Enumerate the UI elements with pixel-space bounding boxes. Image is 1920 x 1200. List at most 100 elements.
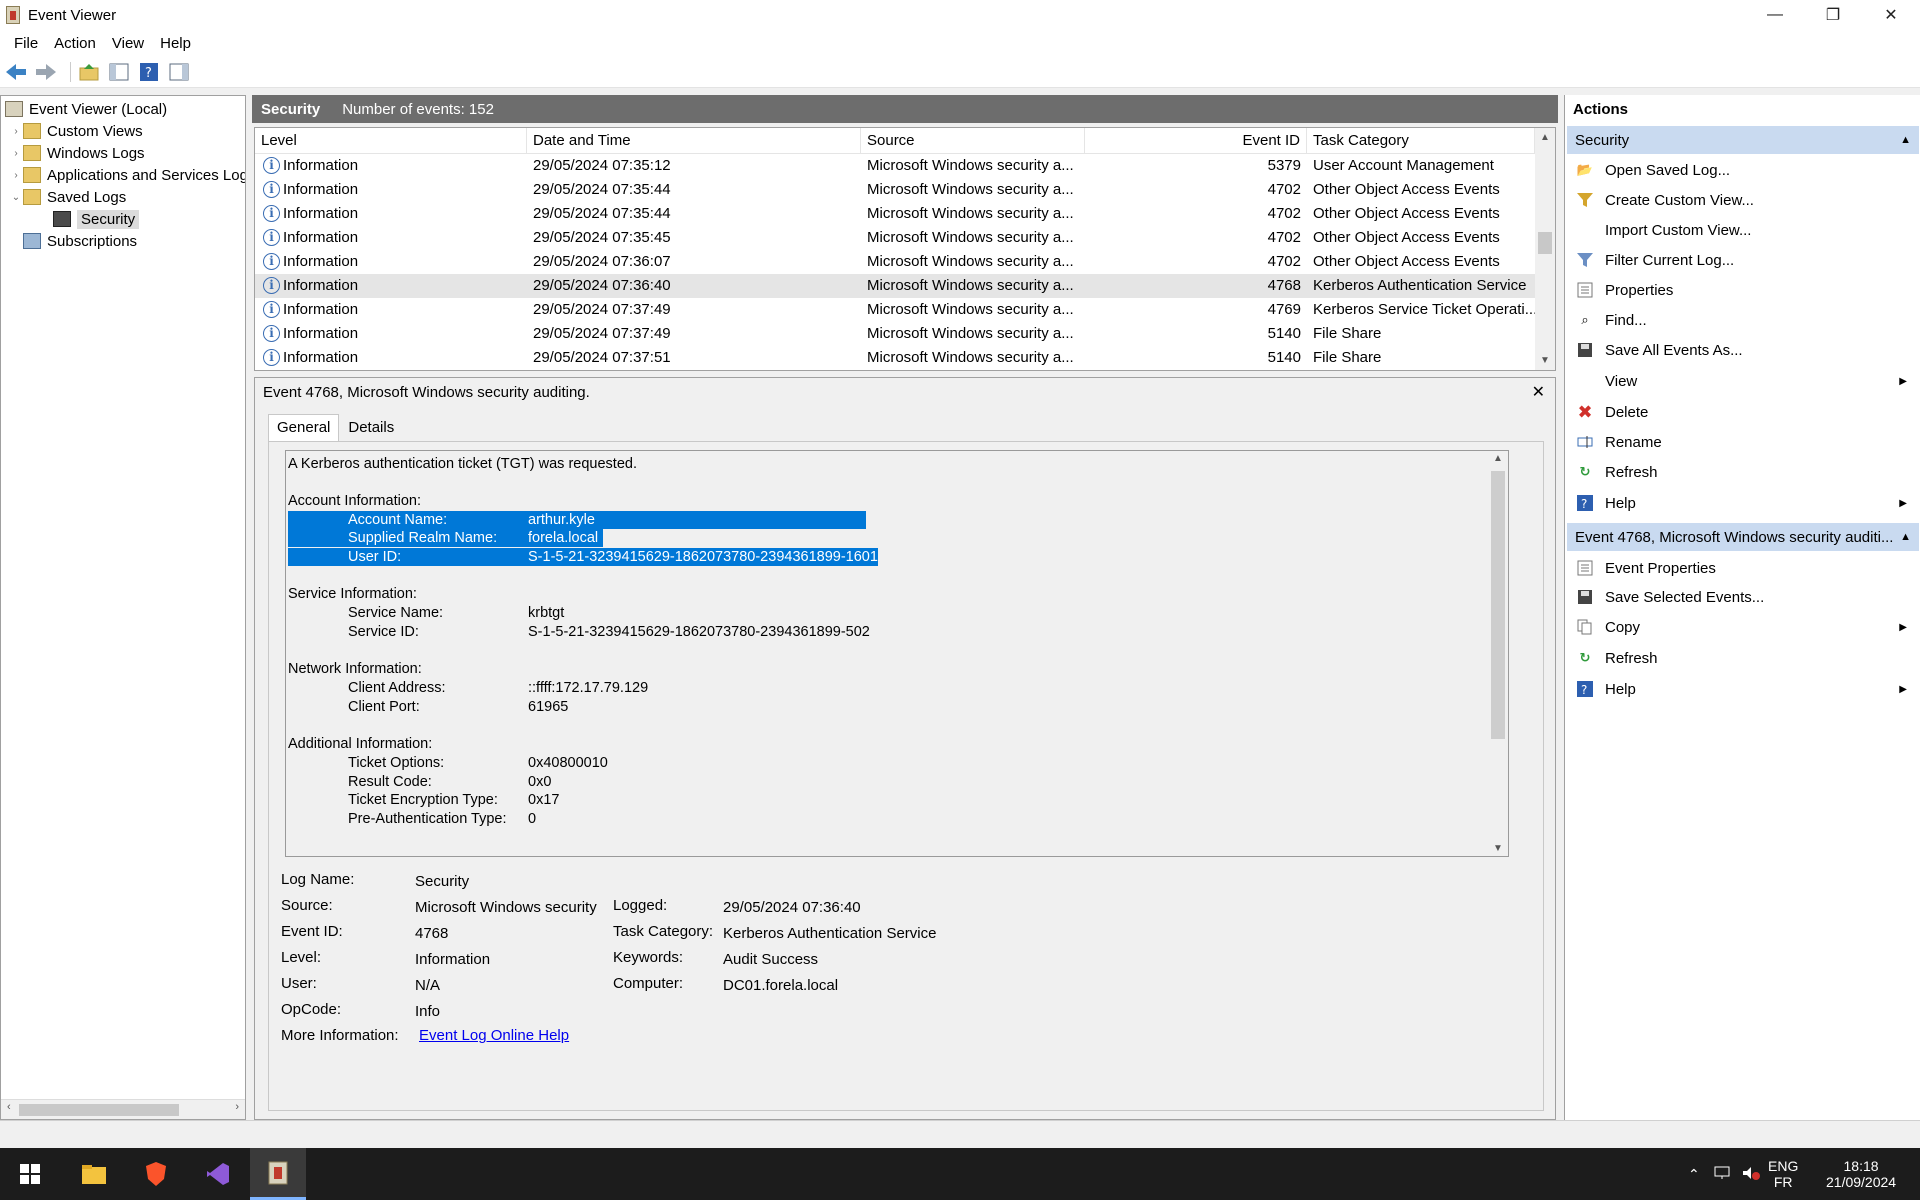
column-source[interactable]: Source <box>861 128 1085 154</box>
tree-item-windows-logs[interactable]: › Windows Logs <box>9 142 144 164</box>
action-save-all-events-as[interactable]: Save All Events As... <box>1575 337 1919 363</box>
maximize-button[interactable]: ❐ <box>1804 0 1862 30</box>
log-name: Security <box>261 100 321 118</box>
menu-view[interactable]: View <box>104 35 152 52</box>
tab-general[interactable]: General <box>268 414 340 442</box>
action-help[interactable]: ? Help ▶ <box>1575 490 1919 516</box>
collapse-caret-icon[interactable]: ▲ <box>1900 531 1911 543</box>
action-event-properties[interactable]: Event Properties <box>1575 555 1919 581</box>
logged-label: Logged: <box>613 897 668 914</box>
tree-item-root[interactable]: Event Viewer (Local) <box>5 98 167 120</box>
event-log-online-help-link[interactable]: Event Log Online Help <box>419 1026 569 1046</box>
properties-icon <box>1575 559 1595 577</box>
event-detail-title: Event 4768, Microsoft Windows security a… <box>263 384 590 401</box>
log-name-label: Log Name: <box>281 871 355 888</box>
forward-arrow-icon[interactable] <box>34 60 58 84</box>
brave-browser-icon[interactable] <box>128 1148 184 1200</box>
column-level[interactable]: Level <box>255 128 527 154</box>
collapse-caret-icon[interactable]: ▲ <box>1900 134 1911 146</box>
menu-help[interactable]: Help <box>152 35 199 52</box>
action-properties[interactable]: Properties <box>1575 277 1919 303</box>
center-pane: Security Number of events: 152 Level Dat… <box>252 95 1558 1120</box>
scroll-thumb[interactable] <box>1538 232 1552 254</box>
table-row[interactable]: i Information 29/05/2024 07:35:45 Micros… <box>255 226 1535 250</box>
actions-section-security[interactable]: Security ▲ <box>1567 126 1919 154</box>
action-import-custom-view[interactable]: Import Custom View... <box>1575 217 1919 243</box>
action-refresh[interactable]: ↻ Refresh <box>1575 459 1919 485</box>
logged-value: 29/05/2024 07:36:40 <box>723 899 861 916</box>
close-icon[interactable]: ✕ <box>1532 382 1545 402</box>
grid-vertical-scrollbar[interactable]: ▲ ▼ <box>1535 128 1555 370</box>
tree-item-subscriptions[interactable]: Subscriptions <box>23 230 137 252</box>
table-row[interactable]: i Information 29/05/2024 07:36:07 Micros… <box>255 250 1535 274</box>
scroll-up-arrow-icon[interactable]: ▲ <box>1493 453 1503 464</box>
show-hidden-icons-chevron-icon[interactable]: ⌃ <box>1688 1166 1700 1183</box>
table-row[interactable]: i Information 29/05/2024 07:35:12 Micros… <box>255 154 1535 178</box>
table-row-selected[interactable]: i Information 29/05/2024 07:36:40 Micros… <box>255 274 1535 298</box>
scroll-right-arrow-icon[interactable]: › <box>235 1101 239 1113</box>
table-row[interactable]: i Information 29/05/2024 07:35:44 Micros… <box>255 178 1535 202</box>
expand-chevron-icon[interactable]: › <box>9 126 23 137</box>
action-copy[interactable]: Copy ▶ <box>1575 614 1919 640</box>
description-vertical-scrollbar[interactable]: ▲ ▼ <box>1488 451 1508 856</box>
clock[interactable]: 18:18 21/09/2024 <box>1826 1148 1896 1200</box>
action-create-custom-view[interactable]: Create Custom View... <box>1575 187 1919 213</box>
table-row[interactable]: i Information 29/05/2024 07:37:49 Micros… <box>255 322 1535 346</box>
scroll-down-arrow-icon[interactable]: ▼ <box>1493 843 1503 854</box>
scroll-left-arrow-icon[interactable]: ‹ <box>7 1101 11 1113</box>
action-help-event[interactable]: ? Help ▶ <box>1575 676 1919 702</box>
visual-studio-icon[interactable] <box>190 1148 246 1200</box>
menu-action[interactable]: Action <box>46 35 104 52</box>
table-row[interactable]: i Information 29/05/2024 07:37:49 Micros… <box>255 298 1535 322</box>
minimize-button[interactable]: — <box>1746 0 1804 30</box>
tree-item-applications-and-services-logs[interactable]: › Applications and Services Logs <box>9 164 245 186</box>
tree-item-custom-views[interactable]: › Custom Views <box>9 120 142 142</box>
up-folder-icon[interactable] <box>77 60 101 84</box>
expand-chevron-icon[interactable]: › <box>9 148 23 159</box>
windows-start-icon[interactable] <box>2 1148 58 1200</box>
action-filter-current-log[interactable]: Filter Current Log... <box>1575 247 1919 273</box>
tree-item-saved-logs[interactable]: ⌄ Saved Logs <box>9 186 126 208</box>
event-description[interactable]: A Kerberos authentication ticket (TGT) w… <box>285 450 1509 857</box>
scroll-thumb[interactable] <box>19 1104 179 1116</box>
scroll-thumb[interactable] <box>1491 471 1505 739</box>
tree-item-security[interactable]: Security <box>53 208 140 230</box>
back-arrow-icon[interactable] <box>4 60 28 84</box>
menu-file[interactable]: File <box>6 35 46 52</box>
information-icon: i <box>263 301 280 318</box>
column-task-category[interactable]: Task Category <box>1307 128 1535 154</box>
volume-muted-icon[interactable] <box>1742 1166 1760 1183</box>
actions-section-event[interactable]: Event 4768, Microsoft Windows security a… <box>1567 523 1919 551</box>
event-viewer-taskbar-icon[interactable] <box>250 1148 306 1200</box>
action-delete[interactable]: ✖ Delete <box>1575 399 1919 425</box>
client-port-value: 61965 <box>528 699 569 715</box>
scroll-up-arrow-icon[interactable]: ▲ <box>1540 132 1550 143</box>
file-explorer-icon[interactable] <box>66 1148 122 1200</box>
column-date-and-time[interactable]: Date and Time <box>527 128 861 154</box>
table-row[interactable]: i Information 29/05/2024 07:35:44 Micros… <box>255 202 1535 226</box>
action-save-selected-events[interactable]: Save Selected Events... <box>1575 584 1919 610</box>
result-code-value: 0x0 <box>528 774 552 790</box>
action-rename[interactable]: Rename <box>1575 429 1919 455</box>
action-open-saved-log[interactable]: 📂 Open Saved Log... <box>1575 157 1919 183</box>
show-hide-action-pane-icon[interactable] <box>167 60 191 84</box>
collapse-chevron-icon[interactable]: ⌄ <box>9 192 23 203</box>
information-icon: i <box>263 205 280 222</box>
scroll-down-arrow-icon[interactable]: ▼ <box>1540 355 1550 366</box>
network-icon[interactable] <box>1714 1166 1732 1183</box>
help-icon[interactable]: ? <box>137 60 161 84</box>
tree-horizontal-scrollbar[interactable]: ‹ › <box>1 1099 245 1119</box>
expand-chevron-icon[interactable]: › <box>9 170 23 181</box>
information-icon: i <box>263 349 280 366</box>
action-refresh-event[interactable]: ↻ Refresh <box>1575 645 1919 671</box>
language-indicator[interactable]: ENG FR <box>1768 1148 1798 1200</box>
column-event-id[interactable]: Event ID <box>1085 128 1307 154</box>
show-hide-tree-icon[interactable] <box>107 60 131 84</box>
supplied-realm-label: Supplied Realm Name: <box>348 529 498 547</box>
action-view[interactable]: View ▶ <box>1575 368 1919 394</box>
action-find[interactable]: ⌕ Find... <box>1575 307 1919 333</box>
tab-details[interactable]: Details <box>339 414 403 442</box>
table-row[interactable]: i Information 29/05/2024 07:37:51 Micros… <box>255 346 1535 370</box>
help-icon: ? <box>1575 680 1595 698</box>
close-button[interactable]: ✕ <box>1862 0 1920 30</box>
